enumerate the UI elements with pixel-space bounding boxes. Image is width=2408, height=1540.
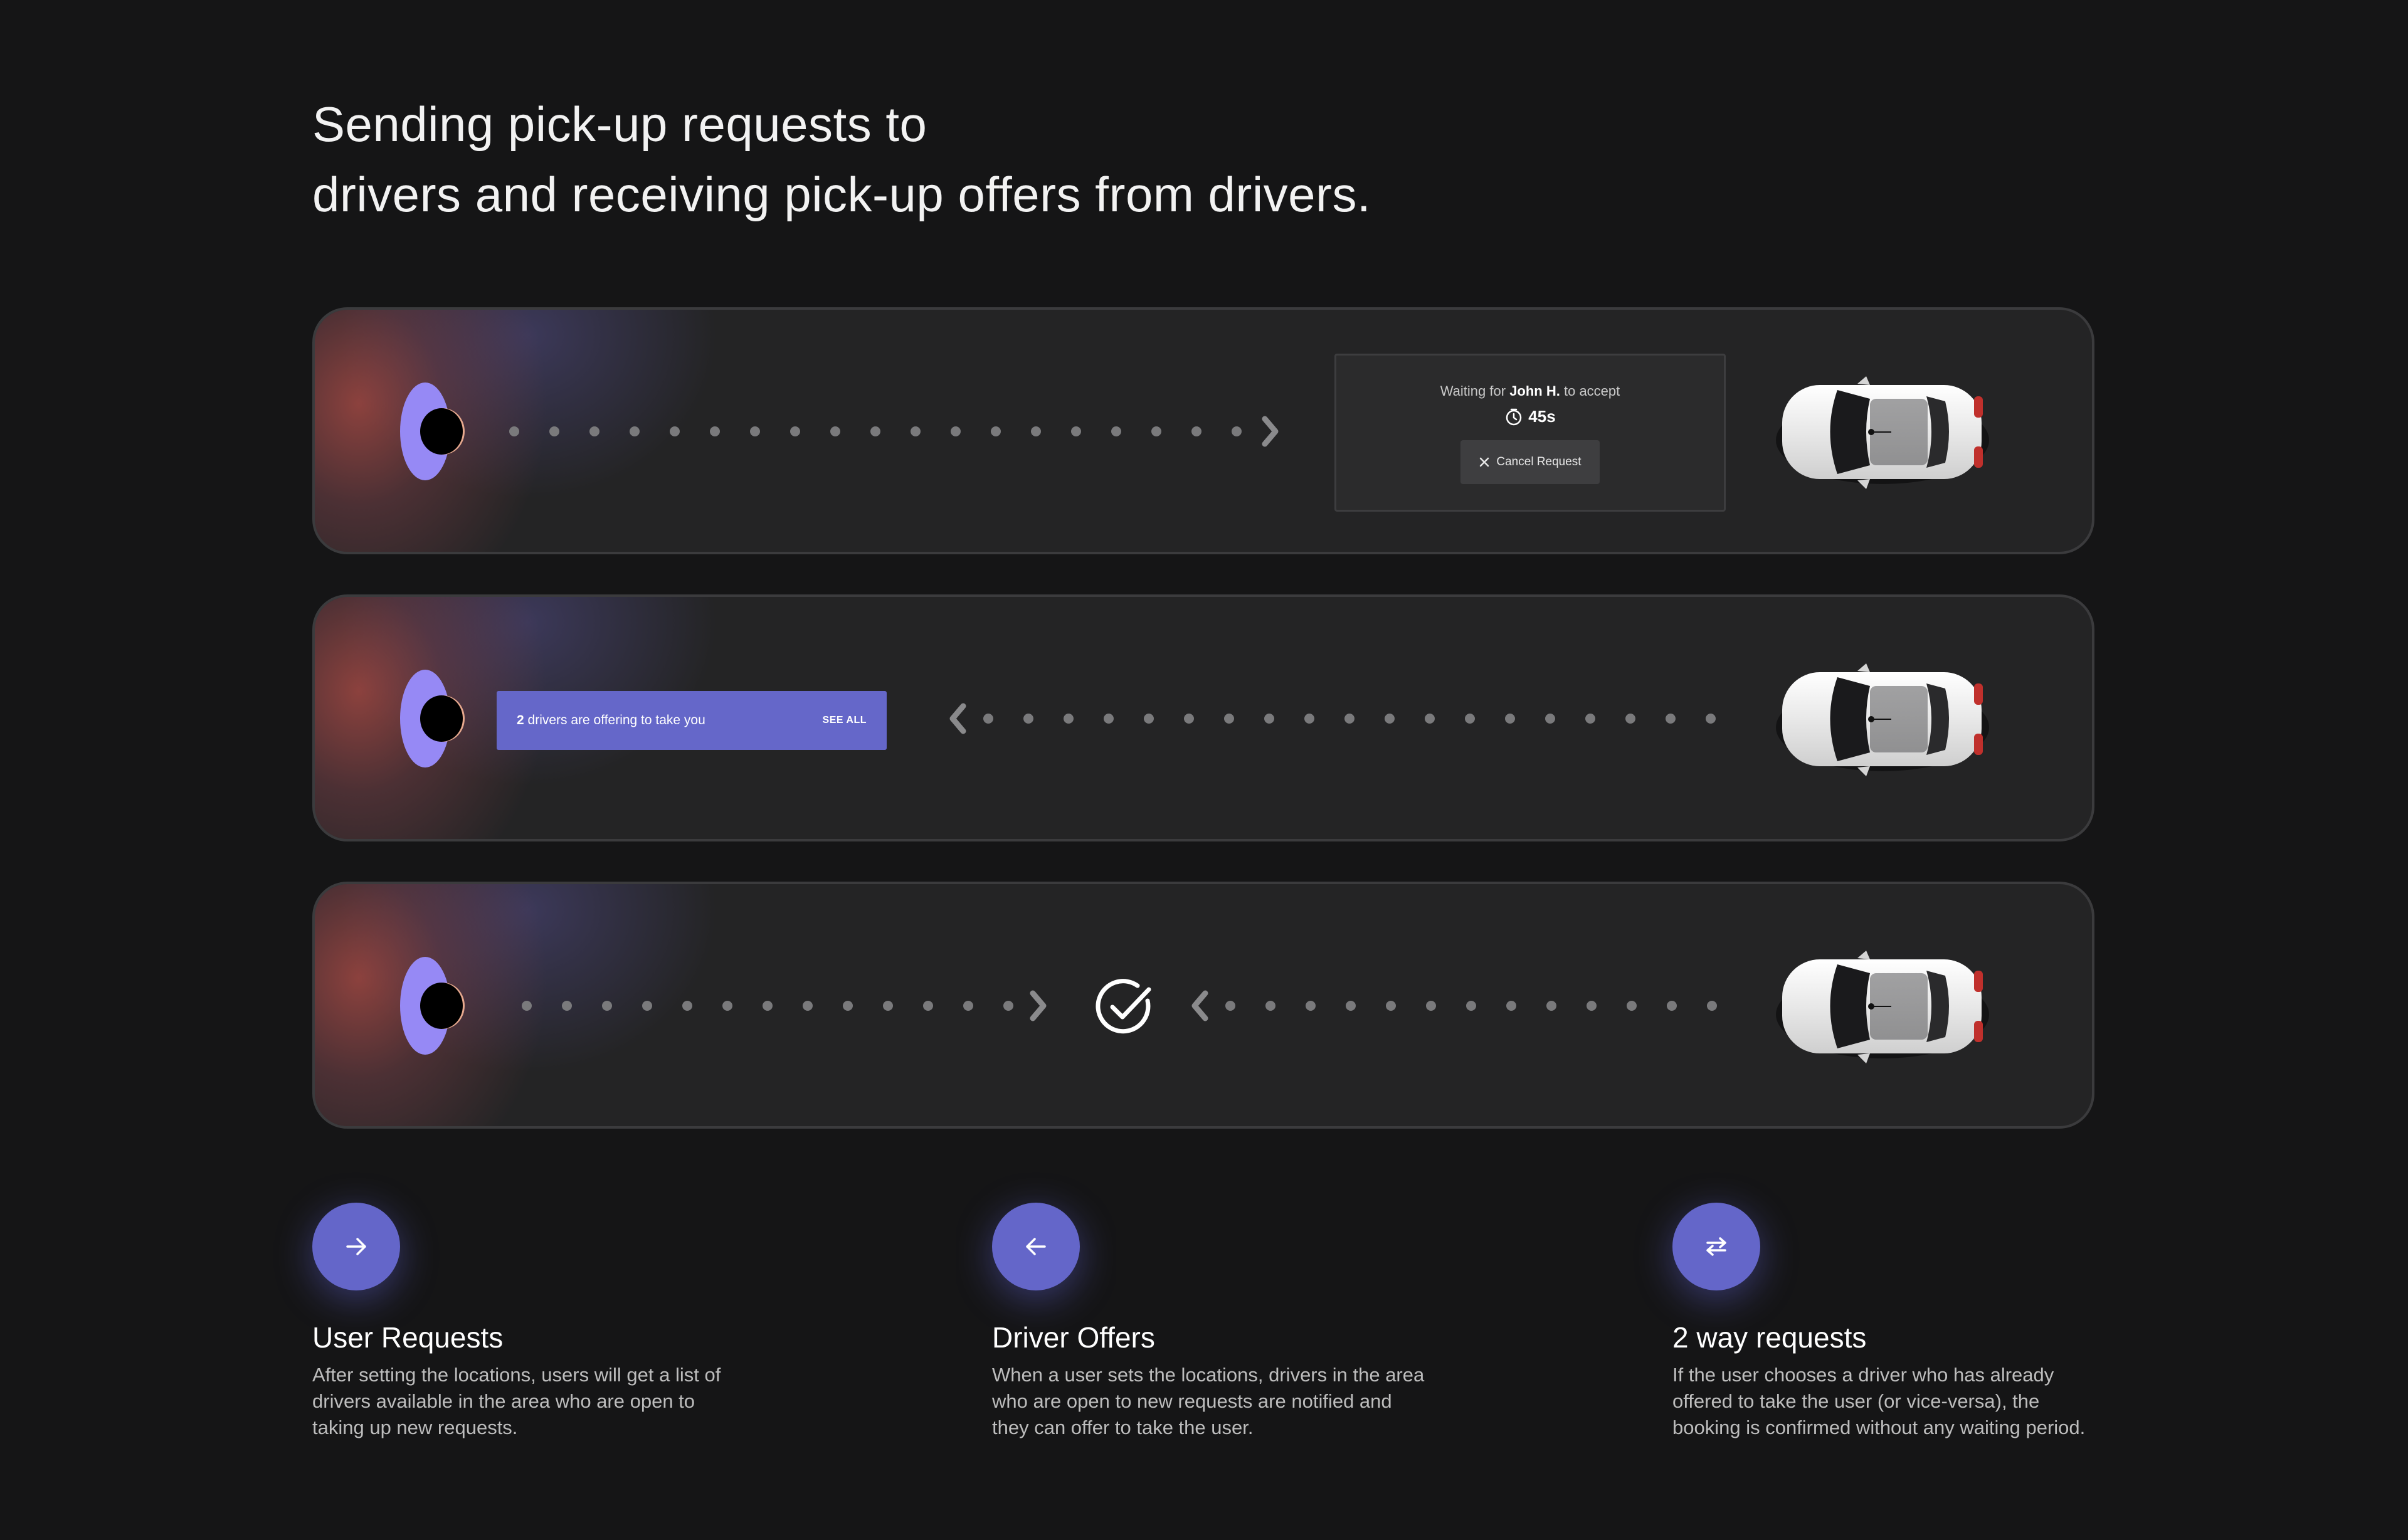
feature-user-requests: User Requests After setting the location… (312, 1203, 789, 1441)
feature-driver-offers: Driver Offers When a user sets the locat… (992, 1203, 1469, 1441)
waiting-status-panel: Waiting for John H. to accept 45s Cancel… (1334, 354, 1726, 512)
feature-description: After setting the locations, users will … (312, 1364, 721, 1438)
feature-title: 2 way requests (1672, 1321, 1867, 1354)
timer-value: 45s (1528, 407, 1556, 426)
waiting-message: Waiting for John H. to accept (1336, 383, 1724, 399)
user-location-dot (420, 983, 463, 1029)
feature-title: User Requests (312, 1321, 504, 1354)
car-icon (1776, 951, 1989, 1063)
offer-path-dots (983, 714, 1716, 724)
driver-offer-card: 2 drivers are offering to take you SEE A… (312, 594, 2094, 841)
page-title: Sending pick-up requests to drivers and … (312, 89, 1371, 229)
chevron-right-icon (1262, 416, 1279, 447)
feature-description: If the user chooses a driver who has alr… (1672, 1364, 2086, 1438)
offer-message: 2 drivers are offering to take you (517, 713, 705, 728)
request-path-dots (509, 426, 1242, 436)
user-location-marker (400, 957, 463, 1055)
offer-count: 2 (517, 713, 524, 727)
offer-dotted-path (944, 703, 1722, 734)
countdown-timer: 45s (1336, 407, 1724, 426)
user-location-dot (420, 408, 463, 455)
two-way-request-card (312, 882, 2094, 1129)
waiting-prefix: Waiting for (1440, 383, 1506, 399)
feature-title: Driver Offers (992, 1321, 1155, 1354)
request-dotted-path (522, 990, 1055, 1021)
offer-path-dots (1225, 1001, 1717, 1011)
page-title-line-2: drivers and receiving pick-up offers fro… (312, 167, 1371, 222)
cancel-request-button[interactable]: Cancel Request (1460, 440, 1600, 484)
request-path-dots (522, 1001, 1013, 1011)
feature-description: When a user sets the locations, drivers … (992, 1364, 1425, 1438)
arrow-left-icon (1026, 1238, 1046, 1255)
timer-icon (1506, 408, 1522, 425)
driver-name: John H. (1509, 383, 1560, 399)
check-circle-icon (1096, 979, 1151, 1034)
arrow-right-icon (346, 1238, 366, 1255)
two-way-requests-button[interactable] (1672, 1203, 1760, 1290)
user-location-marker (400, 382, 463, 480)
user-request-card: Waiting for John H. to accept 45s Cancel… (312, 307, 2094, 554)
see-all-button[interactable]: SEE ALL (823, 715, 867, 726)
offer-dotted-path (1186, 990, 1726, 1021)
chevron-right-icon (1030, 990, 1047, 1021)
user-location-dot (420, 695, 463, 742)
chevron-left-icon (1191, 990, 1208, 1021)
page-title-line-1: Sending pick-up requests to (312, 97, 927, 152)
user-location-marker (400, 670, 463, 767)
swap-arrows-icon (1706, 1237, 1726, 1256)
driver-offers-button[interactable] (992, 1203, 1080, 1290)
chevron-left-icon (949, 703, 966, 734)
car-icon (1776, 376, 1989, 489)
car-icon (1776, 663, 1989, 776)
offer-text: drivers are offering to take you (527, 713, 705, 727)
close-icon (1480, 457, 1489, 467)
driver-offers-banner[interactable]: 2 drivers are offering to take you SEE A… (497, 691, 887, 750)
user-requests-button[interactable] (312, 1203, 400, 1290)
request-dotted-path (509, 416, 1281, 447)
cancel-request-label: Cancel Request (1496, 455, 1582, 468)
feature-two-way-requests: 2 way requests If the user chooses a dri… (1672, 1203, 2149, 1441)
waiting-suffix: to accept (1563, 383, 1620, 399)
